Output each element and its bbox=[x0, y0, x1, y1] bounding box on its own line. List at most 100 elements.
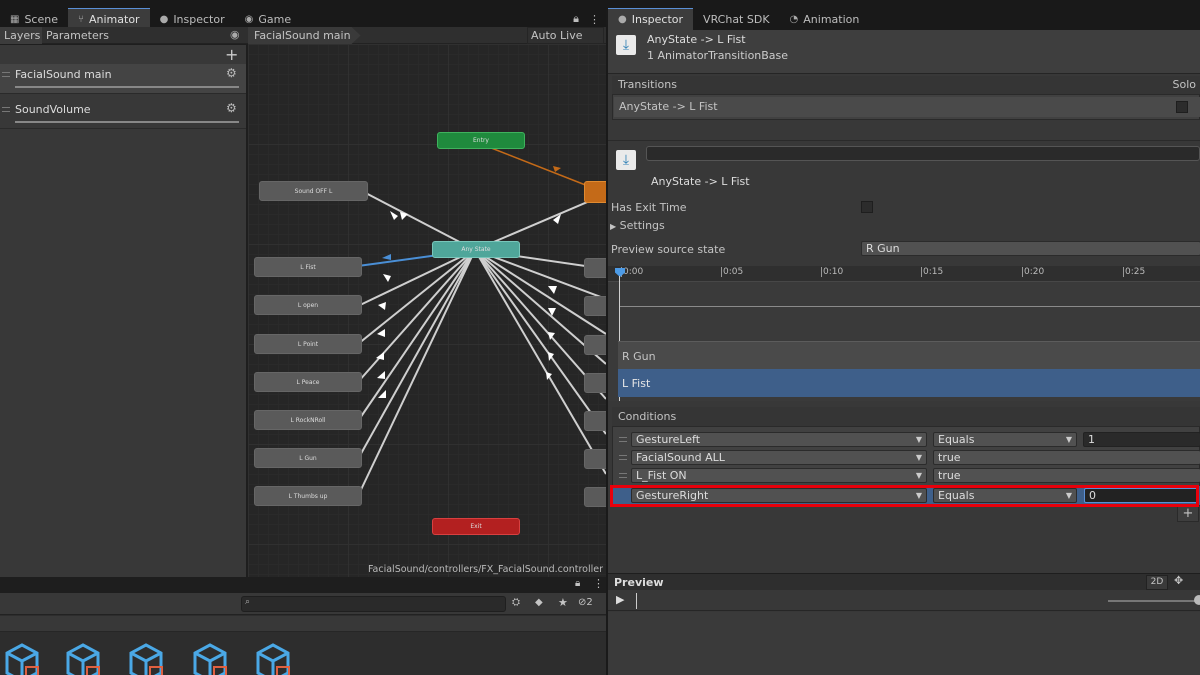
add-condition-button[interactable]: + bbox=[1177, 507, 1199, 522]
state-l-fist[interactable]: L Fist bbox=[254, 257, 362, 277]
star-icon[interactable]: ★ bbox=[558, 596, 568, 609]
gear-icon[interactable]: ⚙ bbox=[226, 66, 237, 80]
package-icon[interactable] bbox=[4, 643, 40, 675]
tab-vrchat-sdk[interactable]: VRChat SDK bbox=[693, 8, 780, 30]
drag-handle-icon[interactable] bbox=[619, 473, 627, 478]
drag-handle-icon[interactable] bbox=[2, 107, 10, 112]
entry-state[interactable]: Entry bbox=[437, 132, 525, 149]
condition-parameter-dropdown[interactable]: FacialSound ALL ▼ bbox=[631, 450, 927, 465]
state-right[interactable] bbox=[584, 373, 606, 393]
condition-mode-dropdown[interactable]: true bbox=[933, 450, 1200, 465]
condition-mode-dropdown[interactable]: true bbox=[933, 468, 1200, 483]
drag-handle-icon[interactable] bbox=[2, 72, 10, 77]
state-l-point[interactable]: L Point bbox=[254, 334, 362, 354]
preview-viewport[interactable] bbox=[608, 612, 1200, 675]
inspector-title: AnyState -> L Fist bbox=[647, 33, 746, 46]
default-state[interactable] bbox=[584, 181, 606, 203]
preview-2d-button[interactable]: 2D bbox=[1146, 575, 1168, 590]
transition-name-field[interactable] bbox=[646, 146, 1200, 161]
breadcrumb[interactable]: FacialSound main bbox=[248, 27, 361, 44]
transition-item[interactable]: AnyState -> L Fist bbox=[614, 97, 1200, 117]
state-right[interactable] bbox=[584, 449, 606, 469]
condition-parameter-dropdown[interactable]: GestureLeft ▼ bbox=[631, 432, 927, 447]
state-right[interactable] bbox=[584, 258, 606, 278]
controller-path: FacialSound/controllers/FX_FacialSound.c… bbox=[367, 564, 603, 575]
settings-foldout[interactable]: ▶ Settings bbox=[610, 219, 665, 232]
package-icon[interactable] bbox=[255, 643, 291, 675]
layer-item[interactable]: SoundVolume ⚙ bbox=[0, 99, 246, 129]
project-breadcrumb-bar bbox=[0, 616, 606, 632]
animator-graph[interactable]: Entry Any State Exit Sound OFF L L Fist … bbox=[248, 44, 606, 577]
state-l-gun[interactable]: L Gun bbox=[254, 448, 362, 468]
state-right[interactable] bbox=[584, 296, 606, 316]
chevron-down-icon: ▼ bbox=[915, 435, 922, 444]
state-l-peace[interactable]: L Peace bbox=[254, 372, 362, 392]
tab-parameters[interactable]: Parameters bbox=[43, 27, 109, 44]
chevron-down-icon: ▼ bbox=[915, 471, 922, 480]
filter-type-icon[interactable]: ⛭ bbox=[512, 597, 520, 608]
search-icon: ⌕ bbox=[245, 597, 251, 607]
play-icon[interactable]: ▶ bbox=[616, 593, 624, 606]
gear-icon[interactable]: ⚙ bbox=[226, 101, 237, 115]
speed-slider[interactable] bbox=[1108, 600, 1200, 602]
state-right[interactable] bbox=[584, 335, 606, 355]
hidden-icon[interactable]: ⊘2 bbox=[578, 597, 593, 608]
package-icon[interactable] bbox=[65, 643, 101, 675]
auto-live-link-button[interactable]: Auto Live Link bbox=[527, 27, 604, 57]
state-l-open[interactable]: L open bbox=[254, 295, 362, 315]
track-from[interactable]: R Gun bbox=[618, 341, 1200, 369]
layer-name: SoundVolume bbox=[15, 103, 91, 116]
animator-subheader: Layers Parameters ◉ FacialSound main Aut… bbox=[0, 27, 606, 57]
track-to[interactable]: L Fist bbox=[618, 369, 1200, 397]
animator-icon: ⑂ bbox=[78, 14, 84, 25]
has-exit-time-checkbox[interactable] bbox=[861, 201, 873, 213]
pivot-icon[interactable]: ✥ bbox=[1174, 574, 1183, 587]
state-sound-off[interactable]: Sound OFF L bbox=[259, 181, 368, 201]
conditions-header: Conditions bbox=[612, 407, 1200, 426]
state-l-rocknroll[interactable]: L RockNRoll bbox=[254, 410, 362, 430]
drag-handle-icon[interactable] bbox=[619, 437, 627, 442]
preview-header: Preview 2D ✥ bbox=[608, 573, 1200, 590]
package-icon[interactable] bbox=[128, 643, 164, 675]
layer-weight-bar[interactable] bbox=[15, 121, 239, 123]
preview-source-dropdown[interactable]: R Gun bbox=[861, 241, 1200, 256]
condition-value-field[interactable]: 1 bbox=[1083, 432, 1200, 447]
chevron-down-icon: ▼ bbox=[1065, 435, 1072, 444]
preview-source-label: Preview source state bbox=[611, 243, 726, 256]
state-right[interactable] bbox=[584, 487, 606, 507]
lock-icon[interactable]: 🔒︎ bbox=[575, 578, 580, 589]
layer-name: FacialSound main bbox=[15, 68, 112, 81]
layer-weight-bar[interactable] bbox=[15, 86, 239, 88]
triangle-right-icon: ▶ bbox=[610, 222, 617, 231]
timeline[interactable]: 0:00 0:05 0:10 0:15 0:20 0:25 R Gun L Fi… bbox=[608, 266, 1200, 401]
tab-animation[interactable]: ◔ Animation bbox=[780, 8, 870, 30]
speed-slider-handle[interactable] bbox=[1194, 595, 1200, 605]
label-icon[interactable]: ◆ bbox=[535, 597, 543, 608]
timeline-ruler bbox=[608, 266, 1200, 282]
tab-layers[interactable]: Layers bbox=[0, 27, 42, 44]
add-layer-button[interactable]: + bbox=[225, 45, 238, 64]
state-right[interactable] bbox=[584, 411, 606, 431]
drag-handle-icon[interactable] bbox=[619, 455, 627, 460]
transitions-header: Transitions Solo bbox=[612, 76, 1200, 94]
condition-mode-dropdown[interactable]: Equals ▼ bbox=[933, 432, 1077, 447]
any-state[interactable]: Any State bbox=[432, 241, 520, 258]
state-l-thumbs-up[interactable]: L Thumbs up bbox=[254, 486, 362, 506]
exit-state[interactable]: Exit bbox=[432, 518, 520, 535]
preview-scrubber[interactable] bbox=[636, 593, 637, 609]
tab-inspector[interactable]: ● Inspector bbox=[608, 8, 694, 30]
package-icon[interactable] bbox=[192, 643, 228, 675]
search-input[interactable]: ⌕ bbox=[241, 596, 506, 612]
timeline-tick: 0:25 bbox=[1123, 267, 1146, 277]
eye-icon[interactable]: ◉ bbox=[230, 28, 240, 41]
inspector-panel: ⤓ AnyState -> L Fist 1 AnimatorTransitio… bbox=[608, 30, 1200, 675]
kebab-menu-icon[interactable]: ⋮ bbox=[593, 577, 604, 590]
condition-parameter-dropdown[interactable]: L_Fist ON ▼ bbox=[631, 468, 927, 483]
grid-icon: ▦ bbox=[10, 13, 20, 25]
timeline-tick: 0:20 bbox=[1022, 267, 1045, 277]
layer-item[interactable]: FacialSound main ⚙ bbox=[0, 64, 246, 94]
solo-checkbox[interactable] bbox=[1176, 101, 1188, 113]
right-tab-bar: ● Inspector VRChat SDK ◔ Animation bbox=[608, 8, 1200, 30]
top-toolbar bbox=[0, 0, 1200, 8]
info-icon: ● bbox=[159, 13, 169, 25]
